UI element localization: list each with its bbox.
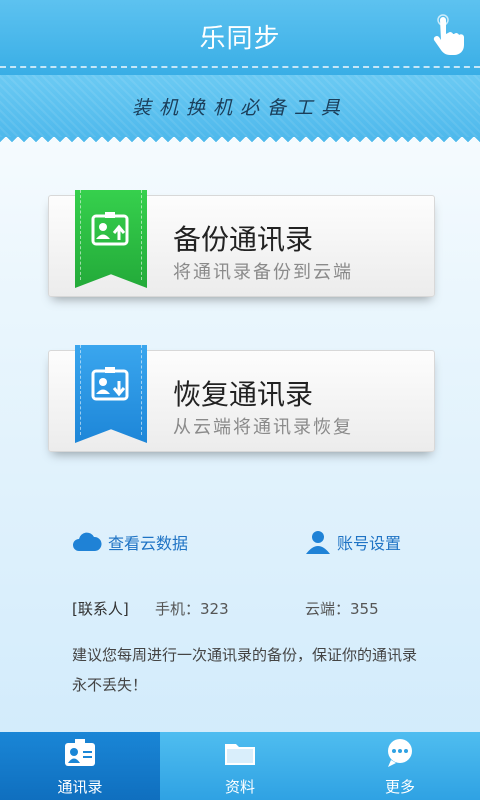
phone-count: 手机：323	[155, 600, 229, 618]
pointer-hand-icon[interactable]	[426, 14, 466, 58]
tab-contacts-label: 通讯录	[57, 778, 103, 796]
restore-title: 恢复通讯录	[173, 378, 314, 411]
tab-contacts[interactable]: 通讯录	[0, 732, 160, 800]
cloud-count: 云端：355	[305, 600, 379, 618]
banner-zigzag-edge	[0, 137, 480, 147]
account-settings-label: 账号设置	[337, 534, 402, 553]
contact-download-icon	[91, 367, 129, 401]
restore-ribbon	[75, 345, 147, 443]
app-header: 乐同步	[0, 0, 480, 75]
contact-upload-icon	[91, 212, 129, 246]
restore-subtitle: 从云端将通讯录恢复	[173, 417, 353, 438]
bottom-tab-bar: 通讯录 资料 更多	[0, 732, 480, 800]
chat-bubble-icon	[388, 739, 412, 767]
slogan-text: 装机换机必备工具	[131, 97, 348, 119]
contact-card-icon	[65, 739, 95, 766]
backup-ribbon	[75, 190, 147, 288]
cloud-icon	[73, 532, 102, 551]
header-stitch	[0, 66, 480, 68]
tab-more[interactable]: 更多	[320, 732, 480, 800]
tab-data-label: 资料	[224, 778, 255, 796]
backup-tip: 建议您每周进行一次通讯录的备份，保证你的通讯录永不丢失！	[72, 646, 418, 694]
slogan-banner: 装机换机必备工具	[0, 75, 480, 137]
backup-subtitle: 将通讯录备份到云端	[173, 262, 353, 283]
restore-contacts-button[interactable]: 恢复通讯录 从云端将通讯录恢复	[48, 345, 435, 452]
tab-data[interactable]: 资料	[160, 732, 320, 800]
account-settings-link[interactable]: 账号设置	[305, 530, 401, 554]
user-icon	[306, 531, 330, 554]
view-cloud-data-link[interactable]: 查看云数据	[72, 530, 188, 554]
app-title: 乐同步	[199, 24, 281, 54]
tab-more-label: 更多	[384, 778, 415, 796]
stats-label: [联系人]	[72, 600, 129, 618]
view-cloud-data-label: 查看云数据	[108, 534, 189, 553]
backup-title: 备份通讯录	[173, 223, 314, 256]
backup-contacts-button[interactable]: 备份通讯录 将通讯录备份到云端	[48, 190, 435, 297]
folder-icon	[225, 744, 255, 765]
